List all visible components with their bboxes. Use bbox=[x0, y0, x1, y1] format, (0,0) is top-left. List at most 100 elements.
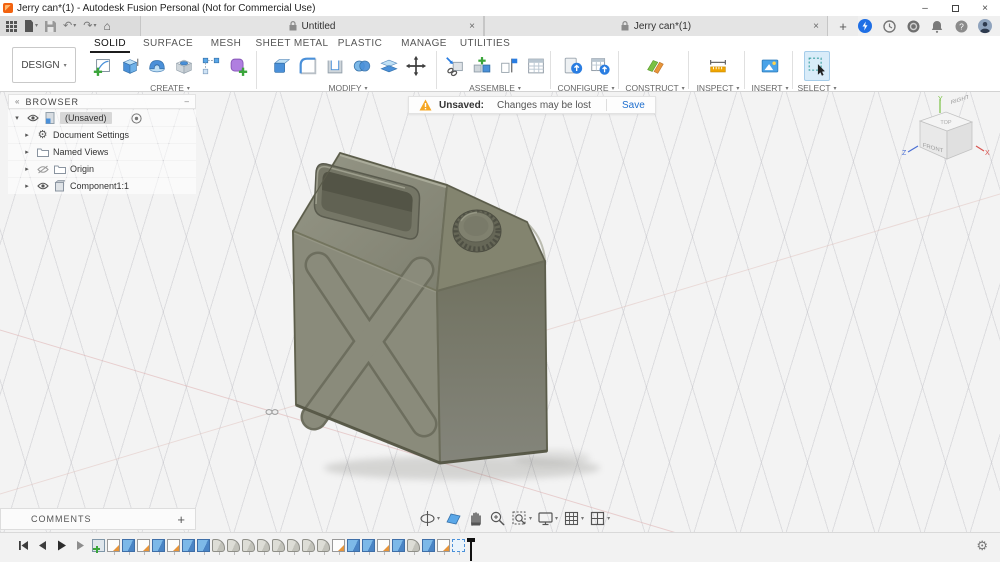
status-button[interactable] bbox=[906, 19, 920, 33]
jerry-can-model[interactable] bbox=[292, 152, 548, 465]
create-form-button[interactable] bbox=[225, 51, 251, 81]
timeline-feature-extrude[interactable] bbox=[152, 539, 165, 555]
visibility-eye-icon[interactable] bbox=[26, 112, 39, 124]
orbit-button[interactable]: ▾ bbox=[418, 509, 441, 528]
root-document-label[interactable]: (Unsaved) bbox=[60, 112, 112, 124]
split-body-button[interactable] bbox=[376, 51, 402, 81]
home-button[interactable]: ⌂ bbox=[103, 20, 110, 32]
timeline-feature-fillet[interactable] bbox=[407, 539, 420, 555]
fillet-button[interactable] bbox=[295, 51, 321, 81]
new-tab-button[interactable]: + bbox=[828, 16, 858, 36]
viewports-button[interactable]: ▾ bbox=[588, 509, 611, 528]
document-tab-jerry-can[interactable]: Jerry can*(1) × bbox=[484, 16, 828, 36]
construct-plane-button[interactable] bbox=[642, 51, 668, 81]
chevron-down-icon[interactable]: ▾ bbox=[12, 114, 22, 122]
timeline-position-marker[interactable] bbox=[467, 538, 475, 561]
combine-button[interactable] bbox=[349, 51, 375, 81]
tab-close-button[interactable]: × bbox=[469, 16, 475, 36]
app-grid-button[interactable] bbox=[6, 20, 17, 32]
timeline-feature-component[interactable] bbox=[92, 539, 105, 553]
group-dropdown-assemble[interactable]: ASSEMBLE ▾ bbox=[440, 83, 550, 93]
comments-panel[interactable]: COMMENTS + bbox=[0, 508, 196, 530]
timeline-feature-extrude[interactable] bbox=[422, 539, 435, 555]
close-button[interactable]: × bbox=[970, 0, 1000, 16]
hole-button[interactable] bbox=[171, 51, 197, 81]
timeline-feature-sketch[interactable] bbox=[377, 539, 390, 555]
group-dropdown-inspect[interactable]: INSPECT ▾ bbox=[692, 83, 744, 93]
timeline-feature-extrude[interactable] bbox=[182, 539, 195, 555]
ribbon-tab-mesh[interactable]: MESH bbox=[207, 37, 246, 51]
history-button[interactable] bbox=[882, 19, 896, 33]
file-menu-button[interactable]: ▾ bbox=[24, 20, 38, 32]
group-dropdown-construct[interactable]: CONSTRUCT ▾ bbox=[622, 83, 688, 93]
group-dropdown-modify[interactable]: MODIFY ▾ bbox=[262, 83, 434, 93]
timeline-feature-extrude[interactable] bbox=[347, 539, 360, 555]
sketch-dimension-button[interactable] bbox=[198, 51, 224, 81]
notifications-button[interactable] bbox=[930, 19, 944, 33]
joint-button[interactable] bbox=[469, 51, 495, 81]
shell-button[interactable] bbox=[322, 51, 348, 81]
timeline-feature-extrude[interactable] bbox=[362, 539, 375, 555]
group-dropdown-insert[interactable]: INSERT ▾ bbox=[748, 83, 792, 93]
fit-button[interactable]: ▾ bbox=[510, 509, 533, 528]
minimize-button[interactable]: – bbox=[910, 0, 940, 16]
origin-marker[interactable] bbox=[265, 409, 279, 415]
save-button[interactable] bbox=[45, 20, 57, 32]
configuration-table-button[interactable] bbox=[587, 51, 613, 81]
go-to-start-button[interactable] bbox=[18, 540, 29, 551]
timeline-settings-gear-icon[interactable]: ⚙ bbox=[976, 539, 988, 552]
job-status-button[interactable] bbox=[858, 19, 872, 33]
pan-button[interactable] bbox=[466, 509, 485, 528]
look-at-button[interactable] bbox=[444, 509, 463, 528]
timeline-feature-extrude[interactable] bbox=[392, 539, 405, 555]
timeline-feature-extrude[interactable] bbox=[122, 539, 135, 555]
ribbon-tab-sheet-metal[interactable]: SHEET METAL bbox=[252, 37, 333, 51]
minimize-browser-button[interactable]: – bbox=[185, 97, 189, 106]
timeline-feature-fillet[interactable] bbox=[257, 539, 270, 555]
grid-layout-button[interactable]: ▾ bbox=[562, 509, 585, 528]
measure-button[interactable] bbox=[705, 51, 731, 81]
move-button[interactable] bbox=[403, 51, 429, 81]
maximize-button[interactable] bbox=[940, 0, 970, 16]
ribbon-tab-plastic[interactable]: PLASTIC bbox=[334, 37, 386, 51]
play-button[interactable] bbox=[56, 540, 67, 551]
ribbon-tab-manage[interactable]: MANAGE bbox=[397, 37, 451, 51]
create-sketch-button[interactable] bbox=[90, 51, 116, 81]
timeline-feature-fillet[interactable] bbox=[227, 539, 240, 555]
group-dropdown-configure[interactable]: CONFIGURE ▾ bbox=[556, 83, 616, 93]
revolve-button[interactable] bbox=[144, 51, 170, 81]
redo-button[interactable]: ↷ ▾ bbox=[83, 20, 96, 32]
workspace-selector[interactable]: DESIGN ▾ bbox=[12, 47, 76, 83]
timeline-feature-sketch[interactable] bbox=[332, 539, 345, 555]
press-pull-button[interactable] bbox=[268, 51, 294, 81]
timeline-feature-fillet[interactable] bbox=[242, 539, 255, 555]
timeline-feature-fillet[interactable] bbox=[212, 539, 225, 555]
timeline-feature-fillet[interactable] bbox=[317, 539, 330, 555]
select-button[interactable] bbox=[804, 51, 830, 81]
timeline-feature-fillet[interactable] bbox=[287, 539, 300, 555]
timeline-feature-fillet[interactable] bbox=[272, 539, 285, 555]
browser-row-document-settings[interactable]: ▸ ⚙ Document Settings bbox=[8, 127, 196, 143]
configuration-button[interactable] bbox=[560, 51, 586, 81]
browser-row-root[interactable]: ▾ (Unsaved) bbox=[8, 110, 196, 126]
tab-close-button[interactable]: × bbox=[813, 16, 819, 36]
add-comment-button[interactable]: + bbox=[177, 512, 185, 527]
chevron-right-icon[interactable]: ▸ bbox=[22, 148, 32, 156]
visibility-off-eye-icon[interactable] bbox=[36, 163, 49, 175]
save-link[interactable]: Save bbox=[622, 100, 645, 111]
timeline-feature-sketch[interactable] bbox=[167, 539, 180, 555]
viewcube[interactable]: Y X Z TOP FRONT RIGHT bbox=[900, 94, 992, 179]
step-back-button[interactable] bbox=[37, 540, 48, 551]
group-dropdown-select[interactable]: SELECT ▾ bbox=[794, 83, 840, 93]
zoom-button[interactable] bbox=[488, 509, 507, 528]
undo-button[interactable]: ↶ ▾ bbox=[63, 20, 76, 32]
timeline-feature-sketch[interactable] bbox=[107, 539, 120, 555]
activate-component-radio[interactable] bbox=[130, 112, 143, 124]
insert-button[interactable] bbox=[757, 51, 783, 81]
timeline-feature-sketch[interactable] bbox=[137, 539, 150, 555]
timeline-feature-pattern[interactable] bbox=[452, 539, 465, 555]
browser-row-origin[interactable]: ▸ Origin bbox=[8, 161, 196, 177]
collapse-browser-icon[interactable]: « bbox=[15, 97, 19, 106]
extrude-button[interactable] bbox=[117, 51, 143, 81]
ribbon-tab-utilities[interactable]: UTILITIES bbox=[456, 37, 514, 51]
